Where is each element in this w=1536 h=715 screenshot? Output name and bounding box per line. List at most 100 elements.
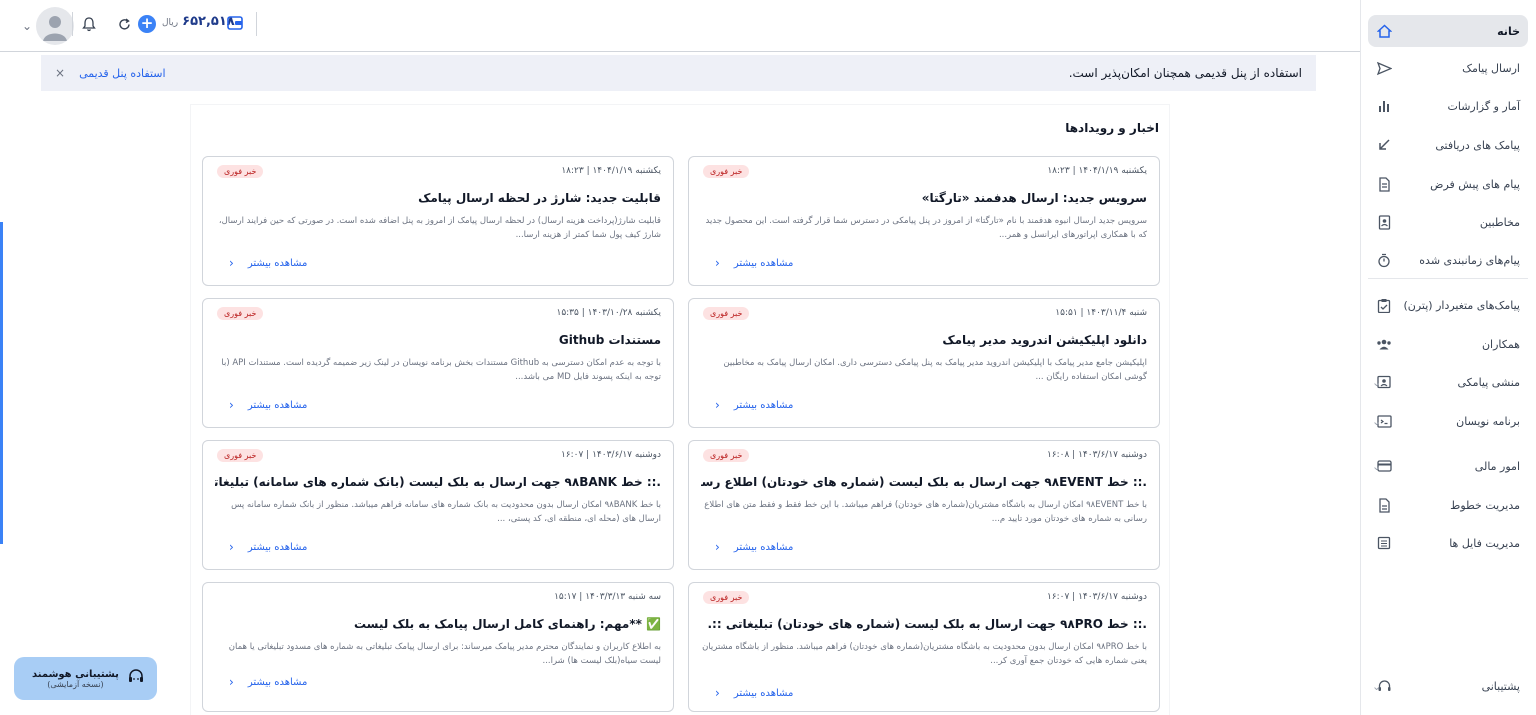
sidebar-item-label: پیامک‌های متغیردار (پترن) <box>1403 298 1520 312</box>
sidebar-item-headset[interactable]: پشتیبانی ⌄ <box>1368 671 1528 701</box>
chevron-down-icon[interactable]: ⌄ <box>1372 680 1381 693</box>
chevron-down-icon[interactable]: ⌄ <box>1372 460 1381 473</box>
sidebar-divider <box>1368 278 1528 279</box>
sidebar-item-inbox-arrow[interactable]: پیامک های دریافتی <box>1368 130 1528 160</box>
clipboard-icon <box>1376 297 1392 313</box>
file-icon <box>1376 535 1392 551</box>
news-title: قابلیت جدید: شارژ در لحظه ارسال پیامک <box>418 191 661 205</box>
sidebar-item-document[interactable]: پیام های پیش فرض <box>1368 169 1528 199</box>
home-icon <box>1376 23 1392 39</box>
sidebar-item-users[interactable]: همکاران <box>1368 329 1528 359</box>
news-card[interactable]: شنبه ۱۴۰۳/۱۱/۴ | ۱۵:۵۱ خبر فوری دانلود اپل… <box>688 298 1160 428</box>
news-body: قابلیت شارژ(پرداخت هزینه ارسال) در لحظه … <box>218 216 661 240</box>
news-date: شنبه ۱۴۰۳/۱۱/۴ | ۱۵:۵۱ <box>1055 308 1147 318</box>
sidebar-item-timer[interactable]: پیام‌های زمانبندی شده <box>1368 245 1528 275</box>
read-more-link[interactable]: مشاهده بیشتر ‹ <box>715 686 793 700</box>
news-card[interactable]: دوشنبه ۱۴۰۳/۶/۱۷ | ۱۶:۰۷ خبر فوری.:: خط ۹… <box>688 582 1160 712</box>
old-panel-link[interactable]: استفاده پنل قدیمی <box>79 67 166 80</box>
news-date: یکشنبه ۱۴۰۳/۱۰/۲۸ | ۱۵:۳۵ <box>556 308 661 318</box>
bell-icon[interactable] <box>80 15 98 33</box>
read-more-label: مشاهده بیشتر <box>733 399 794 411</box>
news-card[interactable]: یکشنبه ۱۴۰۴/۱/۱۹ | ۱۸:۲۳ خبر فوری سرویس جد… <box>688 156 1160 286</box>
urgent-badge: خبر فوری <box>703 449 750 462</box>
timer-icon <box>1376 252 1392 268</box>
sidebar-item-label: خانه <box>1497 24 1520 38</box>
news-title: .:: خط ۹۸PRO جهت ارسال به بلک لیست (شمار… <box>707 617 1148 631</box>
chevron-down-icon[interactable]: ⌄ <box>20 19 34 33</box>
chevron-down-icon[interactable]: ⌄ <box>1372 415 1381 428</box>
sidebar-item-card[interactable]: امور مالی ⌄ <box>1368 451 1528 481</box>
sidebar-item-send[interactable]: ارسال پیامک <box>1368 53 1528 83</box>
chevron-down-icon[interactable]: ⌄ <box>1372 376 1381 389</box>
close-icon[interactable]: × <box>55 66 65 80</box>
news-card[interactable]: یکشنبه ۱۴۰۳/۱۰/۲۸ | ۱۵:۳۵ خبر فوری مستندات… <box>202 298 674 428</box>
chart-icon <box>1376 98 1392 114</box>
sidebar-item-label: ارسال پیامک <box>1462 61 1520 75</box>
read-more-link[interactable]: مشاهده بیشتر ‹ <box>229 256 307 270</box>
old-panel-notice: × استفاده پنل قدیمی استفاده از پنل قدیمی… <box>41 55 1316 91</box>
refresh-icon[interactable] <box>115 15 133 33</box>
news-date: سه شنبه ۱۴۰۳/۳/۱۳ | ۱۵:۱۷ <box>554 592 661 602</box>
read-more-label: مشاهده بیشتر <box>247 676 308 688</box>
sidebar-item-label: امور مالی <box>1474 459 1520 473</box>
avatar[interactable] <box>36 7 74 45</box>
read-more-label: مشاهده بیشتر <box>733 541 794 553</box>
news-card[interactable]: یکشنبه ۱۴۰۴/۱/۱۹ | ۱۸:۲۳ خبر فوری قابلیت ج… <box>202 156 674 286</box>
read-more-link[interactable]: مشاهده بیشتر ‹ <box>715 256 793 270</box>
sidebar-item-code[interactable]: برنامه نویسان ⌄ <box>1368 406 1528 436</box>
scroll-indicator <box>0 222 3 544</box>
send-icon <box>1376 60 1392 76</box>
news-date: دوشنبه ۱۴۰۳/۶/۱۷ | ۱۶:۰۷ <box>1046 592 1147 602</box>
chevron-left-icon: ‹ <box>229 256 234 270</box>
sidebar-item-clipboard[interactable]: پیامک‌های متغیردار (پترن) <box>1368 290 1528 320</box>
urgent-badge: خبر فوری <box>703 165 750 178</box>
read-more-link[interactable]: مشاهده بیشتر ‹ <box>715 398 793 412</box>
news-body: با خط ۹۸BANK امکان ارسال بدون محدودیت به… <box>231 500 661 524</box>
sidebar-item-lines[interactable]: مدیریت خطوط <box>1368 490 1528 520</box>
sidebar-item-label: همکاران <box>1481 337 1520 351</box>
sidebar-item-label: پشتیبانی <box>1481 679 1520 693</box>
sidebar-item-contact[interactable]: مخاطبین <box>1368 207 1528 237</box>
news-body: با خط ۹۸PRO امکان ارسال بدون محدودیت به … <box>702 642 1147 666</box>
notice-message: استفاده از پنل قدیمی همچنان امکان‌پذیر ا… <box>1068 66 1302 80</box>
news-date: یکشنبه ۱۴۰۴/۱/۱۹ | ۱۸:۲۳ <box>1047 166 1147 176</box>
user-menu[interactable]: ⌄ <box>20 7 74 45</box>
wallet-icon[interactable] <box>226 14 244 32</box>
sidebar-item-label: مدیریت فایل ها <box>1449 536 1520 550</box>
urgent-badge: خبر فوری <box>217 449 264 462</box>
urgent-badge: خبر فوری <box>703 307 750 320</box>
news-title: مستندات Github <box>558 333 661 347</box>
sidebar-item-home[interactable]: خانه <box>1368 15 1528 47</box>
add-credit-button[interactable]: + <box>138 15 156 33</box>
read-more-link[interactable]: مشاهده بیشتر ‹ <box>229 675 307 689</box>
news-title: سرویس جدید: ارسال هدفمند «تارگتا» <box>921 191 1147 205</box>
read-more-label: مشاهده بیشتر <box>247 541 308 553</box>
top-bar: ⌄ + ۶۵۲,۵۱۸ ریال <box>0 0 1360 52</box>
sidebar-item-label: پیامک های دریافتی <box>1435 138 1520 152</box>
document-icon <box>1376 176 1392 192</box>
sidebar-item-file[interactable]: مدیریت فایل ها <box>1368 528 1528 558</box>
sidebar-item-label: مدیریت خطوط <box>1450 498 1520 512</box>
sidebar-item-label: مخاطبین <box>1479 215 1520 229</box>
news-card[interactable]: دوشنبه ۱۴۰۳/۶/۱۷ | ۱۶:۰۷ خبر فوری.:: خط ۹… <box>202 440 674 570</box>
news-body: اپلیکیشن جامع مدیر پیامک با اپلیکیشن اند… <box>723 358 1147 382</box>
news-card[interactable]: سه شنبه ۱۴۰۳/۳/۱۳ | ۱۵:۱۷ ✅ **مهم: راهنما… <box>202 582 674 712</box>
news-panel: اخبار و رویدادها یکشنبه ۱۴۰۴/۱/۱۹ | ۱۸:۲… <box>191 105 1169 715</box>
support-title: پشتیبانی هوشمند <box>32 668 119 680</box>
sidebar-item-label: منشی پیامکی <box>1457 375 1520 389</box>
sidebar-item-assistant[interactable]: منشی پیامکی ⌄ <box>1368 367 1528 397</box>
read-more-link[interactable]: مشاهده بیشتر ‹ <box>715 540 793 554</box>
sidebar-item-label: برنامه نویسان <box>1456 414 1520 428</box>
contact-icon <box>1376 214 1392 230</box>
urgent-badge: خبر فوری <box>217 165 264 178</box>
smart-support-button[interactable]: پشتیبانی هوشمند (نسخه آزمایشی) <box>14 657 157 700</box>
read-more-link[interactable]: مشاهده بیشتر ‹ <box>229 398 307 412</box>
read-more-label: مشاهده بیشتر <box>733 687 794 699</box>
users-icon <box>1376 336 1392 352</box>
news-card[interactable]: دوشنبه ۱۴۰۳/۶/۱۷ | ۱۶:۰۸ خبر فوری.:: خط ۹… <box>688 440 1160 570</box>
sidebar-item-chart[interactable]: آمار و گزارشات <box>1368 91 1528 121</box>
read-more-link[interactable]: مشاهده بیشتر ‹ <box>229 540 307 554</box>
news-date: یکشنبه ۱۴۰۴/۱/۱۹ | ۱۸:۲۳ <box>561 166 661 176</box>
news-title: .:: خط ۹۸EVENT جهت ارسال به بلک لیست (شم… <box>701 475 1147 489</box>
news-title: .:: خط ۹۸BANK جهت ارسال به بلک لیست (بان… <box>215 475 661 489</box>
